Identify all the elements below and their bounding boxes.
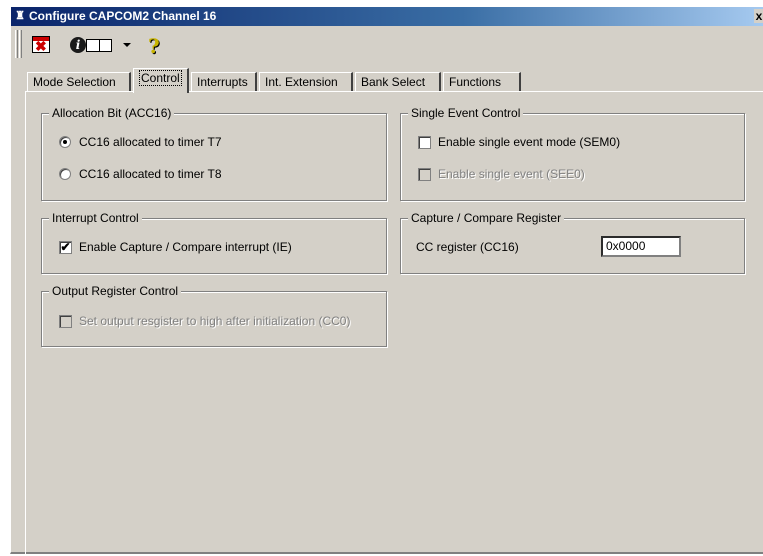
output-register-control-legend: Output Register Control xyxy=(49,284,182,298)
info-button[interactable]: i xyxy=(65,31,117,57)
help-button[interactable]: ? xyxy=(141,31,167,58)
tab-int-extension[interactable]: Int. Extension xyxy=(259,72,353,92)
checkbox-ie-label: Enable Capture / Compare interrupt (IE) xyxy=(79,240,292,254)
cc-register-input[interactable]: 0x0000 xyxy=(601,236,681,257)
control-tab-panel: Allocation Bit (ACC16) CC16 allocated to… xyxy=(25,91,763,554)
capture-compare-register-legend: Capture / Compare Register xyxy=(408,211,565,225)
capture-compare-register-group: Capture / Compare Register CC register (… xyxy=(400,211,745,274)
info-icon: i xyxy=(70,37,86,53)
tab-control-label: Control xyxy=(139,70,182,86)
output-register-control-group: Output Register Control Set output resgi… xyxy=(41,284,387,347)
window-title: Configure CAPCOM2 Channel 16 xyxy=(29,9,217,23)
checkbox-cc0-box xyxy=(59,315,72,328)
chevron-down-icon xyxy=(123,43,131,47)
interrupt-control-group: Interrupt Control ✔ Enable Capture / Com… xyxy=(41,211,387,274)
checkbox-ie-box: ✔ xyxy=(59,240,72,254)
help-icon: ? xyxy=(148,34,160,58)
radio-timer-t8-label: CC16 allocated to timer T8 xyxy=(79,167,222,181)
radio-indicator-t8 xyxy=(59,168,71,180)
interrupt-control-legend: Interrupt Control xyxy=(49,211,142,225)
info-dropdown-button[interactable] xyxy=(119,31,133,57)
checkbox-sem0-label: Enable single event mode (SEM0) xyxy=(438,135,621,149)
close-window-button[interactable]: x xyxy=(754,9,763,23)
toolbar-grip-secondary xyxy=(19,30,22,58)
toolbar-grip[interactable] xyxy=(15,30,18,58)
radio-timer-t7-label: CC16 allocated to timer T7 xyxy=(79,135,222,149)
close-config-button[interactable]: ✖ xyxy=(27,31,53,57)
cc-register-label: CC register (CC16) xyxy=(416,240,519,254)
single-event-control-group: Single Event Control Enable single event… xyxy=(400,106,745,201)
allocation-bit-group: Allocation Bit (ACC16) CC16 allocated to… xyxy=(41,106,387,201)
app-icon: ♜ xyxy=(15,10,25,22)
title-bar[interactable]: ♜ Configure CAPCOM2 Channel 16 x xyxy=(11,7,763,26)
tab-mode-selection[interactable]: Mode Selection xyxy=(27,72,131,92)
checkbox-see0-box xyxy=(418,168,431,181)
close-icon: ✖ xyxy=(32,36,50,53)
allocation-bit-legend: Allocation Bit (ACC16) xyxy=(49,106,175,120)
checkbox-see0-label: Enable single event (SEE0) xyxy=(438,167,585,181)
tab-bank-select[interactable]: Bank Select xyxy=(355,72,441,92)
tab-functions[interactable]: Functions xyxy=(443,72,521,92)
dialog-window: ♜ Configure CAPCOM2 Channel 16 x ✖ i ? M… xyxy=(10,7,763,554)
radio-indicator-t7 xyxy=(59,136,71,148)
tab-control[interactable]: Control xyxy=(133,68,189,93)
tab-interrupts[interactable]: Interrupts xyxy=(191,72,257,92)
book-icon xyxy=(86,39,112,52)
single-event-control-legend: Single Event Control xyxy=(408,106,524,120)
checkbox-sem0-box xyxy=(418,136,431,149)
toolbar: ✖ i ? xyxy=(13,28,183,62)
checkbox-cc0-label: Set output resgister to high after initi… xyxy=(79,314,351,328)
